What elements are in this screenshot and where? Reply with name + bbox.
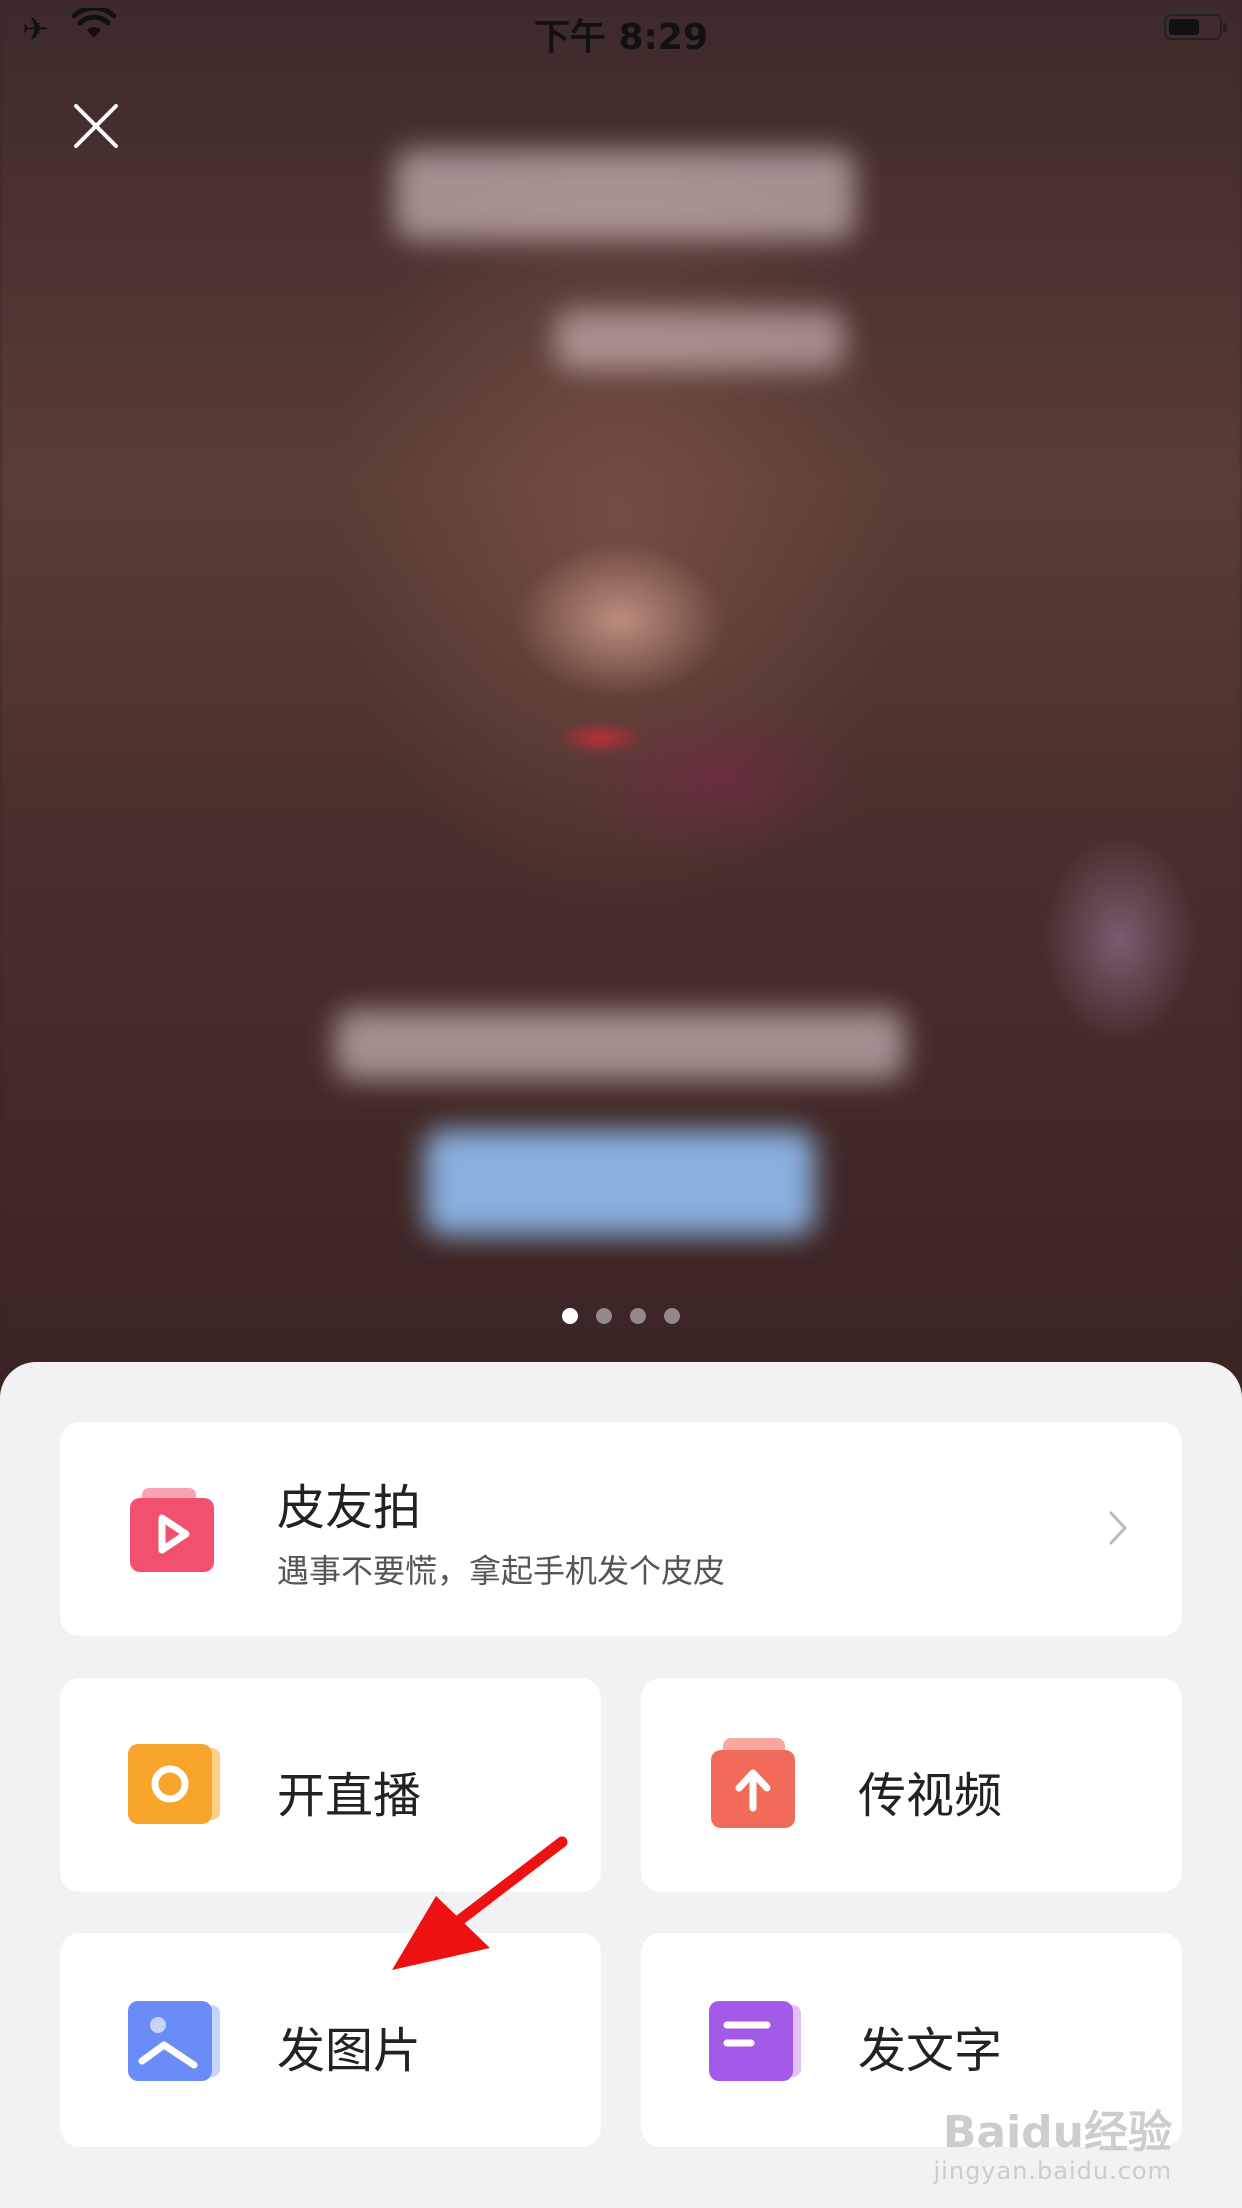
watermark-url: jingyan.baidu.com <box>933 2156 1172 2185</box>
piyoupai-card[interactable]: 皮友拍 遇事不要慌，拿起手机发个皮皮 <box>60 1422 1182 1636</box>
carousel-dot[interactable] <box>630 1308 646 1324</box>
carousel-dot[interactable] <box>562 1308 578 1324</box>
carousel-dot[interactable] <box>664 1308 680 1324</box>
upload-video-icon <box>711 1738 795 1828</box>
blurred-action-button <box>425 1130 815 1235</box>
post-picture-label: 发图片 <box>277 2023 422 2079</box>
piyoupai-subtitle: 遇事不要慌，拿起手机发个皮皮 <box>277 1552 726 1590</box>
blurred-title-text <box>395 150 855 240</box>
watermark-brand: Baidu经验 <box>942 2107 1172 2159</box>
post-text-label: 发文字 <box>858 2023 1003 2079</box>
play-camera-icon <box>130 1488 214 1572</box>
battery-icon <box>1164 14 1227 40</box>
close-icon[interactable] <box>70 100 122 152</box>
chevron-right-icon <box>1109 1511 1127 1545</box>
post-type-sheet: 皮友拍 遇事不要慌，拿起手机发个皮皮 开直播 传视频 发图片 发文字 <box>0 1362 1242 2208</box>
upload-video-label: 传视频 <box>858 1768 1003 1824</box>
annotation-arrow <box>392 1836 568 1970</box>
carousel-dot[interactable] <box>596 1308 612 1324</box>
baidu-jingyan-watermark: Baidu经验 jingyan.baidu.com <box>933 2107 1172 2185</box>
piyoupai-title: 皮友拍 <box>277 1480 422 1536</box>
blurred-subtitle-text <box>555 310 845 370</box>
carousel-page-indicator <box>0 1308 1242 1328</box>
picture-icon <box>128 2001 220 2081</box>
status-bar: ✈ 下午 8:29 <box>0 0 1242 60</box>
text-post-icon <box>709 2001 801 2081</box>
go-live-label: 开直播 <box>277 1768 422 1824</box>
blurred-caption-text <box>335 1010 905 1080</box>
live-record-icon <box>128 1744 220 1824</box>
upload-video-card[interactable]: 传视频 <box>641 1678 1182 1892</box>
status-time: 下午 8:29 <box>533 17 709 58</box>
